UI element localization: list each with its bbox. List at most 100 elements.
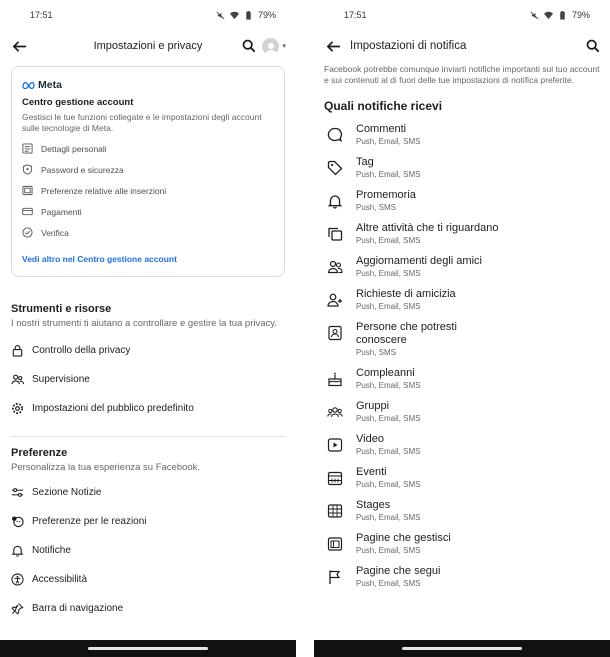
groups-icon (327, 407, 343, 418)
activity-icon (328, 227, 343, 241)
chevron-down-icon[interactable]: ▾ (282, 42, 286, 50)
tools-section: Strumenti e risorse I nostri strumenti t… (0, 303, 296, 423)
notification-settings-screen: 17:51 79% Impostazioni di notifica Faceb… (314, 0, 610, 657)
sliders-icon (11, 488, 24, 497)
lock-icon (12, 345, 23, 357)
notification-item-groups[interactable]: Gruppi Push, Email, SMS (326, 400, 600, 423)
bell-icon (327, 195, 343, 209)
contact-card-icon (328, 325, 342, 341)
status-time: 17:51 (30, 10, 53, 20)
tools-item-default-audience[interactable]: Impostazioni del pubblico predefinito (11, 394, 285, 423)
credit-card-icon (22, 207, 33, 216)
battery-icon (560, 10, 565, 20)
calendar-icon (327, 471, 343, 486)
account-center-card: Meta Centro gestione account Gestisci le… (11, 66, 285, 277)
flag-icon (329, 570, 341, 584)
tools-description: I nostri strumenti ti aiutano a controll… (11, 318, 277, 329)
status-bar: 17:51 79% (0, 0, 296, 30)
account-center-title: Centro gestione account (22, 97, 134, 108)
status-bar: 17:51 79% (314, 0, 610, 30)
divider (11, 436, 285, 437)
account-item-personal-details[interactable]: Dettagli personali (22, 138, 274, 159)
page-icon (327, 537, 343, 551)
search-icon[interactable] (242, 39, 256, 53)
video-icon (327, 438, 343, 452)
back-button[interactable] (10, 37, 28, 55)
notification-item-other-activity[interactable]: Altre attività che ti riguardano Push, Em… (326, 222, 600, 245)
add-friend-icon (327, 293, 342, 307)
account-item-verification[interactable]: Verifica (22, 222, 274, 243)
bell-icon (11, 545, 24, 557)
status-time: 17:51 (344, 10, 367, 20)
mute-icon (530, 11, 539, 19)
tag-icon (327, 160, 343, 176)
app-bar: Impostazioni e privacy ▾ (0, 30, 296, 62)
notification-item-stages[interactable]: Stages Push, Email, SMS (326, 499, 600, 522)
wifi-icon (229, 11, 239, 19)
friends-icon (327, 260, 343, 274)
people-icon (11, 374, 24, 385)
settings-privacy-screen: 17:51 79% Impostazioni e privacy ▾ Meta … (0, 0, 296, 657)
preferences-item-reactions[interactable]: Preferenze per le reazioni (11, 507, 285, 536)
pin-icon (11, 603, 24, 615)
preferences-title: Preferenze (11, 447, 68, 459)
meta-brand: Meta (38, 79, 62, 91)
app-bar: Impostazioni di notifica (314, 30, 610, 62)
mute-icon (216, 11, 225, 19)
arrow-left-icon (12, 40, 26, 52)
id-card-icon (22, 143, 33, 154)
preferences-item-navigation-bar[interactable]: Barra di navigazione (11, 594, 285, 623)
accessibility-icon (11, 573, 24, 586)
cake-icon (328, 372, 342, 387)
tools-item-privacy-checkup[interactable]: Controllo della privacy (11, 336, 285, 365)
user-icon (264, 42, 277, 55)
notification-item-comments[interactable]: Commenti Push, Email, SMS (326, 123, 600, 146)
notification-item-reminders[interactable]: Promemoria Push, SMS (326, 189, 600, 212)
notification-item-friend-updates[interactable]: Aggiornamenti degli amici Push, Email, SM… (326, 255, 600, 278)
ad-icon (22, 185, 33, 196)
page-title: Impostazioni di notifica (350, 40, 467, 52)
avatar[interactable] (262, 37, 280, 55)
notification-item-managed-pages[interactable]: Pagine che gestisci Push, Email, SMS (326, 532, 600, 555)
account-center-description: Gestisci le tue funzioni collegate e le … (22, 112, 262, 133)
notification-item-friend-requests[interactable]: Richieste di amicizia Push, Email, SMS (326, 288, 600, 311)
preferences-item-notifications[interactable]: Notifiche (11, 536, 285, 565)
notification-section-title: Quali notifiche ricevi (324, 99, 443, 113)
battery-level: 79% (571, 10, 590, 20)
tools-item-supervision[interactable]: Supervisione (11, 365, 285, 394)
notification-item-events[interactable]: Eventi Push, Email, SMS (326, 466, 600, 489)
reaction-icon (12, 516, 24, 528)
shield-icon (22, 164, 33, 175)
system-navigation-bar (314, 640, 610, 657)
account-item-ad-preferences[interactable]: Preferenze relative alle inserzioni (22, 180, 274, 201)
stages-icon (327, 504, 343, 518)
preferences-item-accessibility[interactable]: Accessibilità (11, 565, 285, 594)
account-center-link[interactable]: Vedi altro nel Centro gestione account (22, 254, 274, 264)
meta-logo-icon (22, 81, 35, 89)
battery-level: 79% (257, 10, 276, 20)
notification-list: Commenti Push, Email, SMS Tag Push, Email,… (314, 113, 610, 588)
preferences-item-news-feed[interactable]: Sezione Notizie (11, 478, 285, 507)
preferences-description: Personalizza la tua esperienza su Facebo… (11, 462, 201, 473)
back-button[interactable] (324, 37, 342, 55)
wifi-icon (543, 11, 553, 19)
notification-intro: Facebook potrebbe comunque inviarti noti… (324, 64, 600, 85)
notification-item-people-you-may-know[interactable]: Persone che potresti conoscere Push, SMS (326, 321, 600, 357)
notification-item-followed-pages[interactable]: Pagine che segui Push, Email, SMS (326, 565, 600, 588)
account-item-payments[interactable]: Pagamenti (22, 201, 274, 222)
home-indicator[interactable] (402, 647, 522, 650)
battery-icon (246, 10, 251, 20)
notification-item-tag[interactable]: Tag Push, Email, SMS (326, 156, 600, 179)
arrow-left-icon (326, 40, 340, 52)
tools-title: Strumenti e risorse (11, 303, 112, 315)
notification-item-birthdays[interactable]: Compleanni Push, Email, SMS (326, 367, 600, 390)
account-item-password-security[interactable]: Password e sicurezza (22, 159, 274, 180)
gear-icon (12, 403, 23, 414)
search-icon[interactable] (586, 39, 600, 53)
notification-item-video[interactable]: Video Push, Email, SMS (326, 433, 600, 456)
system-navigation-bar (0, 640, 296, 657)
preferences-section: Preferenze Personalizza la tua esperienz… (0, 447, 296, 623)
comment-icon (327, 127, 343, 142)
home-indicator[interactable] (88, 647, 208, 650)
verified-icon (22, 227, 33, 238)
